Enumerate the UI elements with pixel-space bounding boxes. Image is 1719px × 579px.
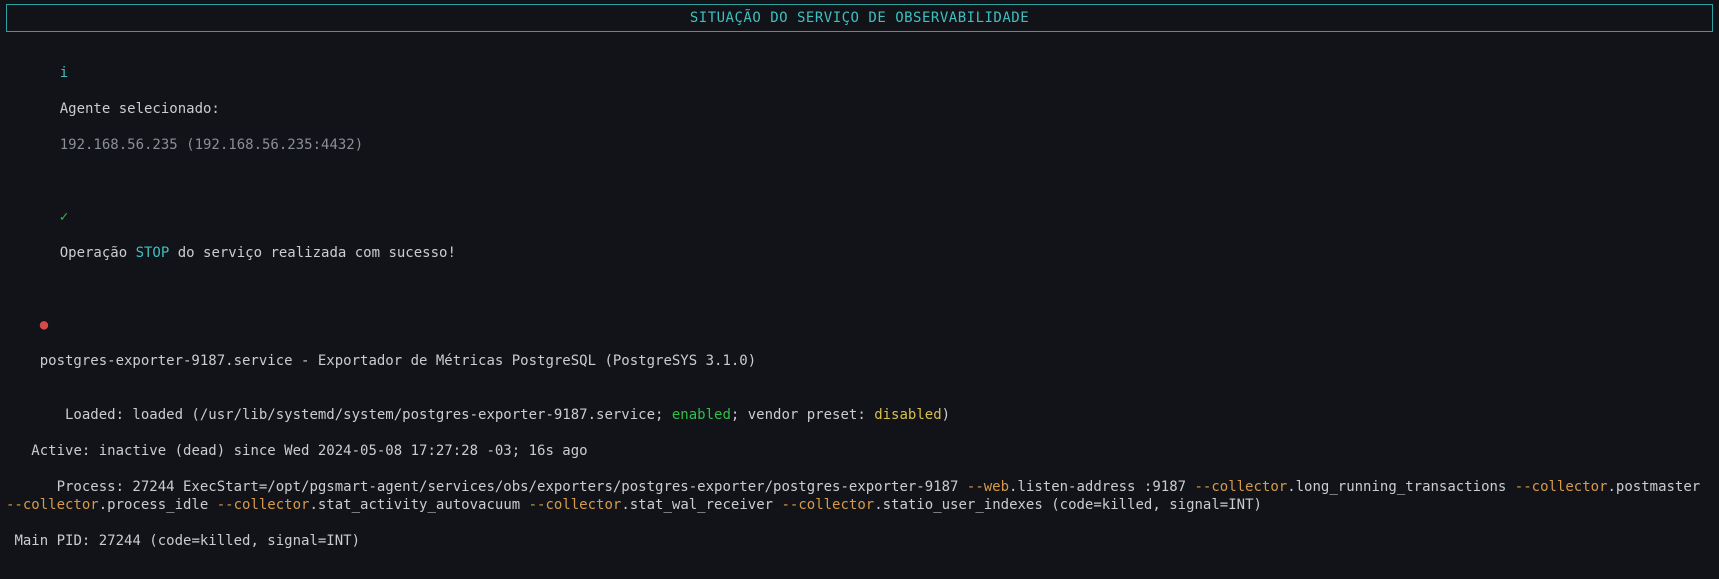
service-name: postgres-exporter-9187.service - Exporta…	[40, 353, 756, 369]
op-text-2: do serviço realizada com sucesso!	[169, 245, 456, 261]
active-line: Active: inactive (dead) since Wed 2024-0…	[6, 442, 1713, 460]
operation-line: ✓ Operação STOP do serviço realizada com…	[6, 190, 1713, 280]
service-header: ● postgres-exporter-9187.service - Expor…	[6, 298, 1713, 388]
log-line-1: May 08 17:04:35 pgsmart-SUSE systemd[1]:…	[6, 568, 1713, 579]
mainpid-line: Main PID: 27244 (code=killed, signal=INT…	[6, 532, 1713, 550]
agent-value: 192.168.56.235 (192.168.56.235:4432)	[60, 137, 363, 153]
panel-title-box: SITUAÇÃO DO SERVIÇO DE OBSERVABILIDADE	[6, 4, 1713, 32]
loaded-enabled: enabled	[672, 407, 731, 423]
op-word: STOP	[136, 245, 170, 261]
check-icon: ✓	[60, 209, 68, 225]
loaded-suffix: )	[942, 407, 950, 423]
status-bullet-icon: ●	[40, 317, 48, 333]
terminal-screen[interactable]: SITUAÇÃO DO SERVIÇO DE OBSERVABILIDADE i…	[0, 0, 1719, 579]
loaded-prefix: Loaded: loaded (/usr/lib/systemd/system/…	[40, 407, 672, 423]
process-line: Process: 27244 ExecStart=/opt/pgsmart-ag…	[6, 460, 1713, 532]
agent-label: Agente selecionado:	[60, 101, 220, 117]
agent-line: i Agente selecionado: 192.168.56.235 (19…	[6, 46, 1713, 172]
loaded-mid: ; vendor preset:	[731, 407, 874, 423]
loaded-line: Loaded: loaded (/usr/lib/systemd/system/…	[6, 388, 1713, 442]
panel-title: SITUAÇÃO DO SERVIÇO DE OBSERVABILIDADE	[690, 10, 1029, 26]
info-icon: i	[60, 65, 68, 81]
op-text-1: Operação	[60, 245, 136, 261]
loaded-disabled: disabled	[874, 407, 941, 423]
